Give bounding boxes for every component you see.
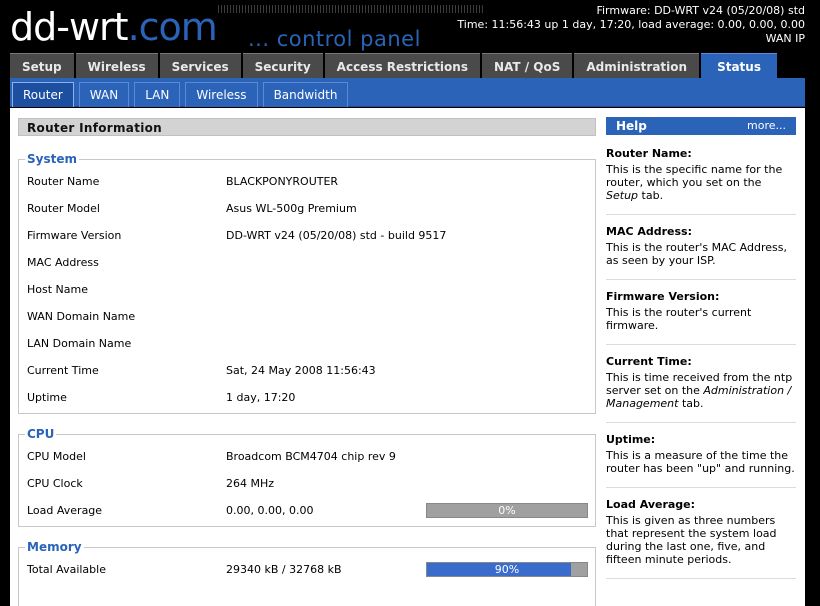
help-item-text: This is given as three numbers that repr… [606, 514, 777, 566]
info-row: LAN Domain Name [19, 330, 595, 357]
row-label: Total Available [27, 563, 106, 576]
row-label: Firmware Version [27, 229, 122, 242]
firmware-label: Firmware: DD-WRT v24 (05/20/08) std [596, 4, 805, 17]
row-value: BLACKPONYROUTER [226, 175, 339, 188]
row-label: LAN Domain Name [27, 337, 132, 350]
help-item: Current Time: This is time received from … [606, 345, 796, 423]
tab-services[interactable]: Services [159, 53, 241, 79]
section-title: Router Information [18, 118, 596, 136]
help-more-link[interactable]: more... [747, 117, 786, 135]
tab-nat-qos[interactable]: NAT / QoS [481, 53, 573, 79]
sub-tabs: Router WAN LAN Wireless Bandwidth [12, 82, 353, 107]
help-item-text: This is the router's current firmware. [606, 306, 752, 332]
help-item-title: Uptime: [606, 433, 656, 446]
info-row: Load Average 0.00, 0.00, 0.00 0% [19, 497, 595, 524]
logo: dd-wrt.com [10, 5, 218, 49]
content-area: Router Information System Router Name BLA… [10, 108, 805, 606]
help-item: Load Average: This is given as three numb… [606, 488, 796, 579]
subtab-bandwidth[interactable]: Bandwidth [262, 82, 349, 107]
subtab-wireless[interactable]: Wireless [185, 82, 258, 107]
tab-status[interactable]: Status [701, 53, 777, 79]
help-panel: Help more... Router Name: This is the spe… [606, 117, 796, 579]
info-row: MAC Address [19, 249, 595, 276]
subtab-wan[interactable]: WAN [78, 82, 130, 107]
help-item-text: This is the router's MAC Address, as see… [606, 241, 787, 267]
row-label: Router Name [27, 175, 100, 188]
row-value: 1 day, 17:20 [226, 391, 296, 404]
row-value: 264 MHz [226, 477, 275, 490]
tab-security[interactable]: Security [242, 53, 323, 79]
help-item-title: Firmware Version: [606, 290, 720, 303]
logo-domain: .com [127, 5, 218, 49]
cpu-legend: CPU [27, 427, 55, 441]
load-average-bar: 0% [426, 503, 588, 518]
row-label: CPU Model [27, 450, 86, 463]
help-item-emphasis: Setup [606, 189, 639, 202]
tab-administration[interactable]: Administration [574, 53, 700, 79]
tab-access-restrictions[interactable]: Access Restrictions [324, 53, 480, 79]
load-average-percent: 0% [498, 504, 516, 517]
time-label: Time: 11:56:43 up 1 day, 17:20, load ave… [457, 18, 805, 31]
help-item: Uptime: This is a measure of the time the… [606, 423, 796, 488]
help-item-text: This is the specific name for the router… [606, 163, 783, 202]
help-title: Help [616, 119, 647, 133]
info-row: Firmware Version DD-WRT v24 (05/20/08) st… [19, 222, 595, 249]
subtab-router[interactable]: Router [12, 82, 74, 107]
info-row: WAN Domain Name [19, 303, 595, 330]
help-items: Router Name: This is the specific name fo… [606, 135, 796, 579]
router-info: Firmware: DD-WRT v24 (05/20/08) std Time… [457, 4, 805, 46]
logo-text: dd-wrt [10, 5, 129, 49]
info-row: CPU Model Broadcom BCM4704 chip rev 9 [19, 443, 595, 470]
row-value: Asus WL-500g Premium [226, 202, 357, 215]
row-label: Current Time [27, 364, 99, 377]
wan-ip-label: WAN IP [765, 32, 805, 45]
help-item: Router Name: This is the specific name fo… [606, 135, 796, 215]
info-row: CPU Clock 264 MHz [19, 470, 595, 497]
row-value: 0.00, 0.00, 0.00 [226, 504, 314, 517]
help-item-title: Router Name: [606, 147, 692, 160]
info-row: Total Available 29340 kB / 32768 kB 90% [19, 556, 595, 583]
help-item-text: This is time received from the ntp serve… [606, 371, 793, 410]
cpu-fieldset: CPU CPU Model Broadcom BCM4704 chip rev 9… [18, 427, 596, 527]
row-label: MAC Address [27, 256, 99, 269]
logo-decoration [218, 5, 484, 13]
info-row: Router Name BLACKPONYROUTER [19, 168, 595, 195]
help-item-text: This is a measure of the time the router… [606, 449, 795, 475]
info-row: Uptime 1 day, 17:20 [19, 384, 595, 411]
sub-tab-bar: Router WAN LAN Wireless Bandwidth [10, 78, 805, 107]
memory-legend: Memory [27, 540, 82, 554]
row-label: Load Average [27, 504, 103, 517]
system-fieldset: System Router Name BLACKPONYROUTER Router… [18, 152, 596, 414]
main-tabs: Setup Wireless Services Security Access … [10, 53, 779, 79]
subtab-lan[interactable]: LAN [134, 82, 181, 107]
memory-usage-bar: 90% [426, 562, 588, 577]
memory-usage-percent: 90% [494, 563, 520, 576]
row-value: DD-WRT v24 (05/20/08) std - build 9517 [226, 229, 447, 242]
help-header: Help more... [606, 117, 796, 135]
row-label: Host Name [27, 283, 88, 296]
row-value: Broadcom BCM4704 chip rev 9 [226, 450, 396, 463]
logo-subtitle: ... control panel [248, 27, 421, 51]
row-value: Sat, 24 May 2008 11:56:43 [226, 364, 376, 377]
row-label: WAN Domain Name [27, 310, 136, 323]
help-item-title: Load Average: [606, 498, 696, 511]
row-value: 29340 kB / 32768 kB [226, 563, 342, 576]
row-label: Uptime [27, 391, 67, 404]
tab-setup[interactable]: Setup [10, 53, 74, 79]
memory-fieldset: Memory Total Available 29340 kB / 32768 k… [18, 540, 596, 606]
row-label: Router Model [27, 202, 100, 215]
info-row [19, 583, 595, 606]
info-row: Current Time Sat, 24 May 2008 11:56:43 [19, 357, 595, 384]
help-item-title: MAC Address: [606, 225, 693, 238]
row-label: CPU Clock [27, 477, 83, 490]
help-item: Firmware Version: This is the router's cu… [606, 280, 796, 345]
router-info-pane: Router Information System Router Name BLA… [18, 118, 596, 606]
info-row: Router Model Asus WL-500g Premium [19, 195, 595, 222]
help-item-title: Current Time: [606, 355, 692, 368]
tab-wireless[interactable]: Wireless [75, 53, 158, 79]
system-legend: System [27, 152, 77, 166]
info-row: Host Name [19, 276, 595, 303]
help-item: MAC Address: This is the router's MAC Add… [606, 215, 796, 280]
